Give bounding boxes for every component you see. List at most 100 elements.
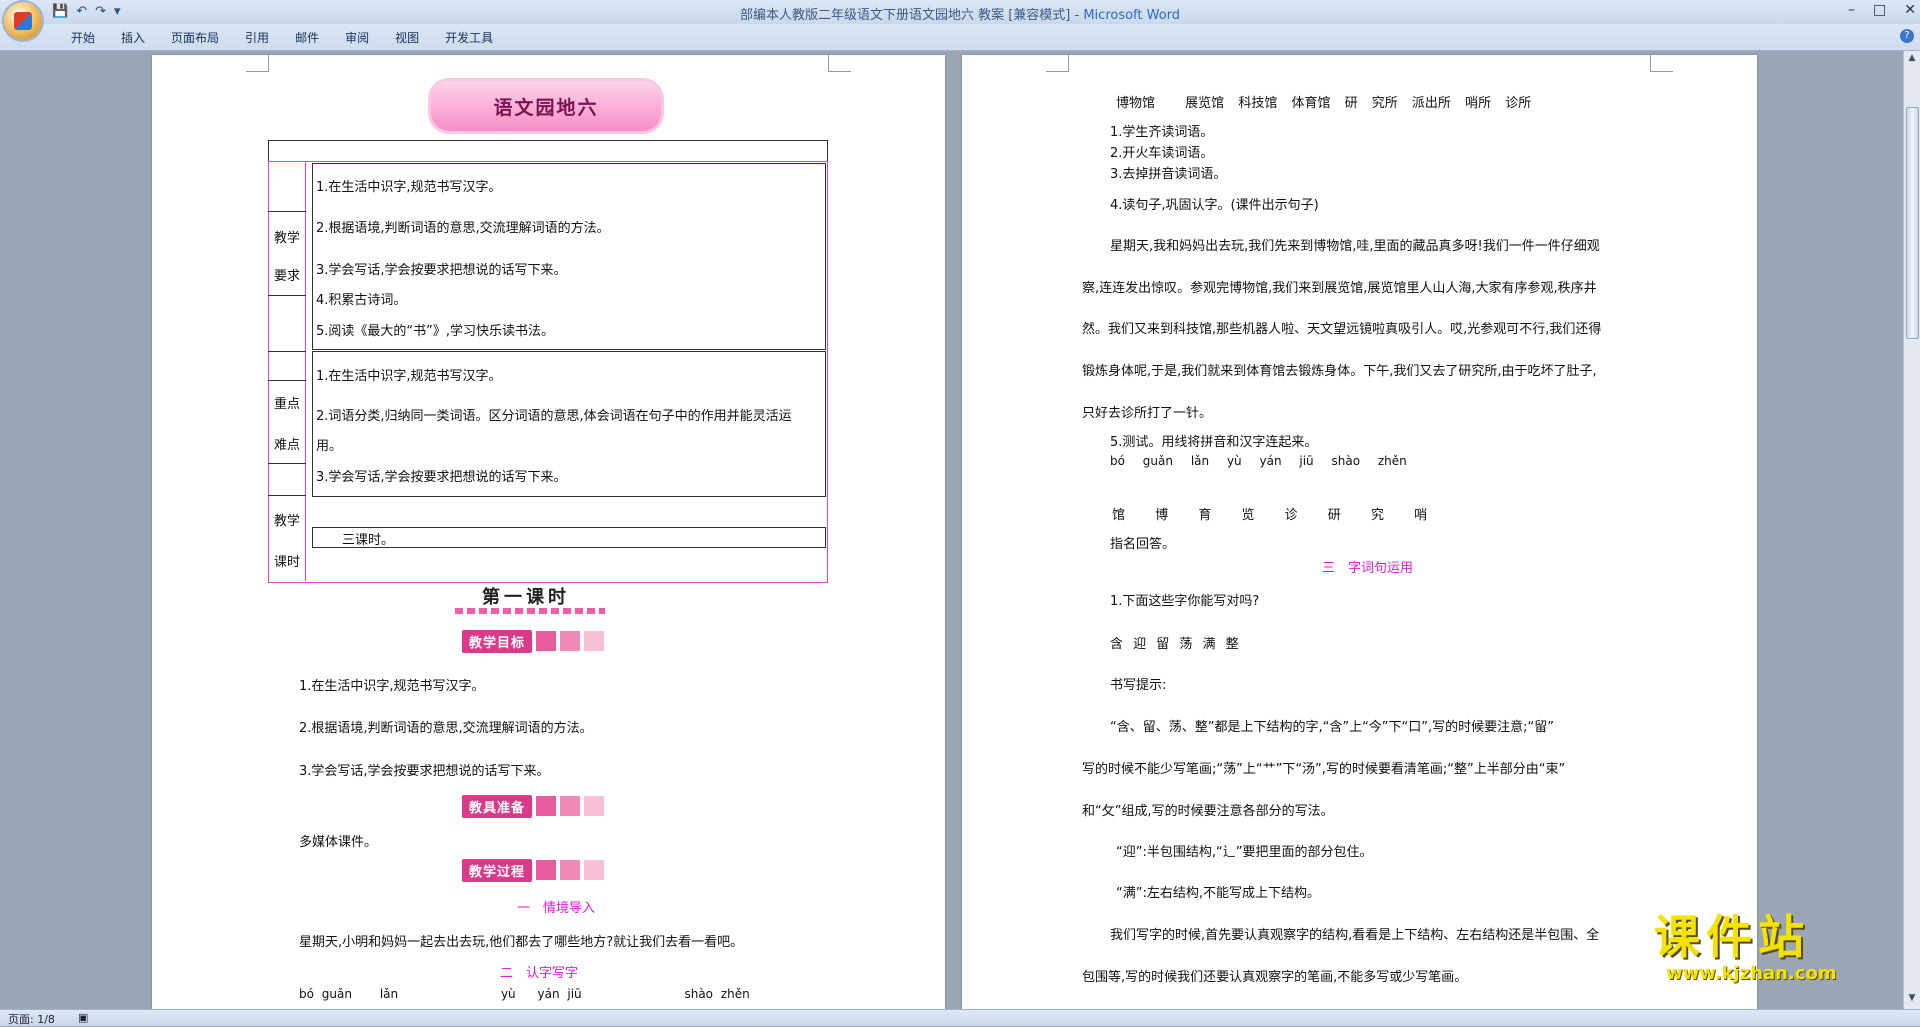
scroll-down-icon[interactable]: ▼	[1904, 993, 1920, 1007]
goals-tag: 教学目标	[462, 629, 605, 653]
char: 究	[1370, 508, 1384, 523]
story-line: 只好去诊所打了一针。	[1082, 406, 1213, 421]
office-logo-icon	[14, 12, 32, 30]
story-line: 察,连连发出惊叹。参观完博物馆,我们来到展览馆,展览馆里人山人海,大家有序参观,…	[1082, 281, 1597, 296]
tab-home[interactable]: 开始	[58, 29, 108, 46]
maximize-icon[interactable]: □	[1873, 2, 1886, 18]
tag-square	[536, 796, 557, 816]
tab-mailings[interactable]: 邮件	[282, 29, 332, 46]
document-name: 部编本人教版二年级语文下册语文园地六 教案 [兼容模式]	[739, 8, 1071, 23]
requirement-item: 4.积累古诗词。	[316, 293, 407, 308]
watermark-url: www.kjzhan.com	[1666, 963, 1837, 984]
goals-tag-label: 教学目标	[462, 629, 533, 653]
tab-page-layout[interactable]: 页面布局	[158, 29, 232, 46]
pinyin: yán jiū	[537, 987, 582, 1001]
title-bar: 💾 ↶ ↷ ▾ 部编本人教版二年级语文下册语文园地六 教案 [兼容模式] - M…	[0, 0, 1920, 24]
crop-mark	[828, 55, 851, 72]
summary-line: 我们写字的时候,首先要认真观察字的结构,看看是上下结构、左右结构还是半包围、全	[1110, 928, 1600, 943]
story-line: 锻炼身体呢,于是,我们就来到体育馆去锻炼身体。下午,我们又去了研究所,由于吃坏了…	[1082, 364, 1597, 379]
char: 博	[1155, 508, 1169, 523]
table-rule	[268, 211, 306, 212]
keypoint-item: 用。	[316, 439, 343, 454]
char: 育	[1198, 508, 1212, 523]
crop-mark	[1046, 55, 1069, 72]
table-rule	[268, 380, 306, 381]
tag-square	[536, 860, 557, 880]
tag-square	[536, 631, 557, 651]
read-step: 3.去掉拼音读词语。	[1110, 167, 1227, 182]
place-word: 哨所	[1465, 96, 1492, 111]
process-tag-label: 教学过程	[462, 858, 533, 882]
place-word: 派出所	[1411, 96, 1451, 111]
tag-square	[560, 631, 581, 651]
step-5: 5.测试。用线将拼音和汉字连起来。	[1110, 435, 1318, 450]
pinyin: guǎn	[1142, 454, 1173, 468]
tab-view[interactable]: 视图	[382, 29, 432, 46]
section-heading: 二 认字写字	[500, 966, 579, 981]
table-rule	[268, 351, 306, 352]
keypoint-item: 3.学会写话,学会按要求把想说的话写下来。	[316, 470, 567, 485]
requirement-item: 2.根据语境,判断词语的意思,交流理解词语的方法。	[316, 221, 610, 236]
char: 研	[1327, 508, 1341, 523]
tab-references[interactable]: 引用	[232, 29, 282, 46]
pinyin: guǎn	[321, 987, 352, 1001]
hours-label-2: 课时	[274, 555, 301, 570]
place-word: 诊所	[1505, 96, 1532, 111]
requirements-label-1: 教学	[274, 231, 301, 246]
tag-square	[560, 860, 581, 880]
char: 览	[1241, 508, 1255, 523]
hours-value: 三课时。	[342, 533, 395, 548]
requirement-item: 3.学会写话,学会按要求把想说的话写下来。	[316, 263, 567, 278]
pinyin: zhěn	[1377, 454, 1407, 468]
ribbon-tabs: 开始 插入 页面布局 引用 邮件 审阅 视图 开发工具	[58, 29, 506, 46]
minimize-icon[interactable]: –	[1848, 2, 1855, 18]
close-icon[interactable]: ✕	[1904, 2, 1916, 18]
scroll-up-icon[interactable]: ▲	[1904, 53, 1920, 67]
help-icon[interactable]: ?	[1900, 29, 1914, 43]
summary-line: 包围等,写的时候我们还要认真观察字的笔画,不能多写或少写笔画。	[1082, 970, 1468, 985]
read-step: 2.开火车读词语。	[1110, 146, 1214, 161]
tag-square	[584, 631, 605, 651]
tab-developer[interactable]: 开发工具	[432, 29, 506, 46]
char: 诊	[1284, 508, 1298, 523]
keypoints-label-1: 重点	[274, 397, 301, 412]
vertical-scrollbar[interactable]: ▲ ▼	[1903, 51, 1920, 1009]
intro-paragraph: 星期天,小明和妈妈一起去出去玩,他们都去了哪些地方?就让我们去看一看吧。	[299, 935, 744, 950]
proofing-icon[interactable]: ▣	[78, 1011, 88, 1024]
pinyin: jiū	[1299, 454, 1314, 468]
goal-item: 3.学会写话,学会按要求把想说的话写下来。	[299, 764, 550, 779]
hint-line: “含、留、荡、整”都是上下结构的字,“含”上“今”下“口”,写的时候要注意;“留…	[1110, 720, 1554, 735]
scrollbar-thumb[interactable]	[1906, 107, 1919, 339]
office-button[interactable]	[4, 2, 42, 40]
tab-review[interactable]: 审阅	[332, 29, 382, 46]
ribbon: 开始 插入 页面布局 引用 邮件 审阅 视图 开发工具 ?	[0, 24, 1920, 51]
site-watermark: 课件站 www.kjzhan.com	[1654, 911, 1886, 985]
prep-text: 多媒体课件。	[299, 835, 378, 850]
step-4: 4.读句子,巩固认字。(课件出示句子)	[1110, 198, 1319, 213]
pinyin: lǎn	[379, 987, 399, 1001]
goal-item: 1.在生活中识字,规范书写汉字。	[299, 679, 485, 694]
tab-insert[interactable]: 插入	[108, 29, 158, 46]
story-line: 星期天,我和妈妈出去玩,我们先来到博物馆,哇,里面的藏品真多呀!我们一件一件仔细…	[1110, 239, 1600, 254]
pinyin: yù	[1226, 454, 1242, 468]
table-column-divider	[305, 161, 306, 581]
section-heading: 一 情境导入	[517, 901, 596, 916]
read-step: 1.学生齐读词语。	[1110, 125, 1214, 140]
page-1: 语文园地六 教学 要求 1.在生活中识字,规范书写汉字。 2.根据语境,判断词语…	[152, 55, 945, 1009]
crop-mark	[246, 55, 269, 72]
table-header-row	[268, 140, 828, 162]
table-rule	[268, 495, 306, 496]
pinyin: yù	[500, 987, 516, 1001]
table-rule	[268, 295, 306, 296]
unit-banner: 语文园地六	[431, 81, 661, 131]
process-tag: 教学过程	[462, 858, 605, 882]
answer-text: 指名回答。	[1110, 537, 1176, 552]
requirement-item: 1.在生活中识字,规范书写汉字。	[316, 180, 502, 195]
tag-square	[584, 796, 605, 816]
tag-square	[560, 796, 581, 816]
window-controls: – □ ✕	[1848, 2, 1916, 18]
status-bar: 页面: 1/8 ▣	[0, 1009, 1920, 1026]
title-separator: -	[1074, 8, 1080, 23]
table-rule	[268, 463, 306, 464]
requirements-label-2: 要求	[274, 269, 301, 284]
